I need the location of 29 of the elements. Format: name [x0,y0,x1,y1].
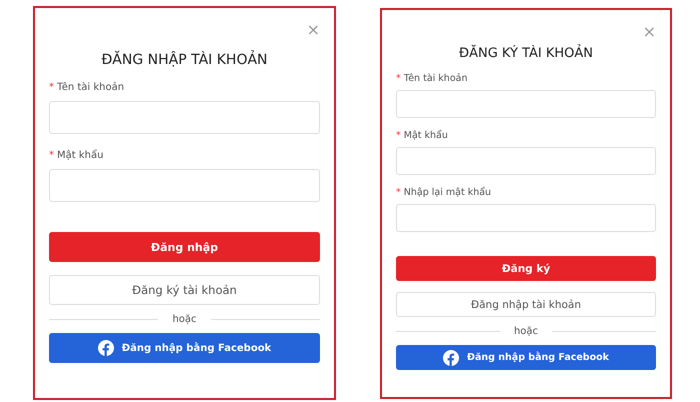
input-field[interactable] [49,169,320,202]
field-label: Mật khẩu [404,130,448,141]
field-label: Nhập lại mật khẩu [404,187,492,198]
facebook-icon [98,340,114,356]
form-title: ĐĂNG NHẬP TÀI KHOẢN [100,52,269,68]
required-mark: * [396,73,401,84]
secondary-button[interactable]: Đăng nhập tài khoản [396,292,656,317]
facebook-icon [443,350,460,366]
form-title: ĐĂNG KÝ TÀI KHOẢN [458,46,594,61]
facebook-button[interactable]: Đăng nhập bằng Facebook [396,345,656,370]
required-mark: * [49,150,54,161]
input-field[interactable] [396,204,656,232]
input-field[interactable] [49,101,320,134]
primary-button[interactable]: Đăng nhập [49,232,320,262]
input-field[interactable] [396,90,656,118]
close-icon[interactable]: × [306,22,320,40]
facebook-button[interactable]: Đăng nhập bằng Facebook [49,333,320,363]
secondary-button[interactable]: Đăng ký tài khoản [49,275,320,305]
required-mark: * [49,82,54,93]
close-icon[interactable]: × [642,24,656,42]
divider-text: hoặc [514,326,538,337]
divider-text: hoặc [172,314,197,325]
field-label: Mật khẩu [57,150,104,161]
required-mark: * [396,130,401,141]
input-field[interactable] [396,147,656,175]
required-mark: * [396,187,401,198]
primary-button[interactable]: Đăng ký [396,256,656,281]
field-label: Tên tài khoản [404,73,468,84]
field-label: Tên tài khoản [57,82,124,93]
